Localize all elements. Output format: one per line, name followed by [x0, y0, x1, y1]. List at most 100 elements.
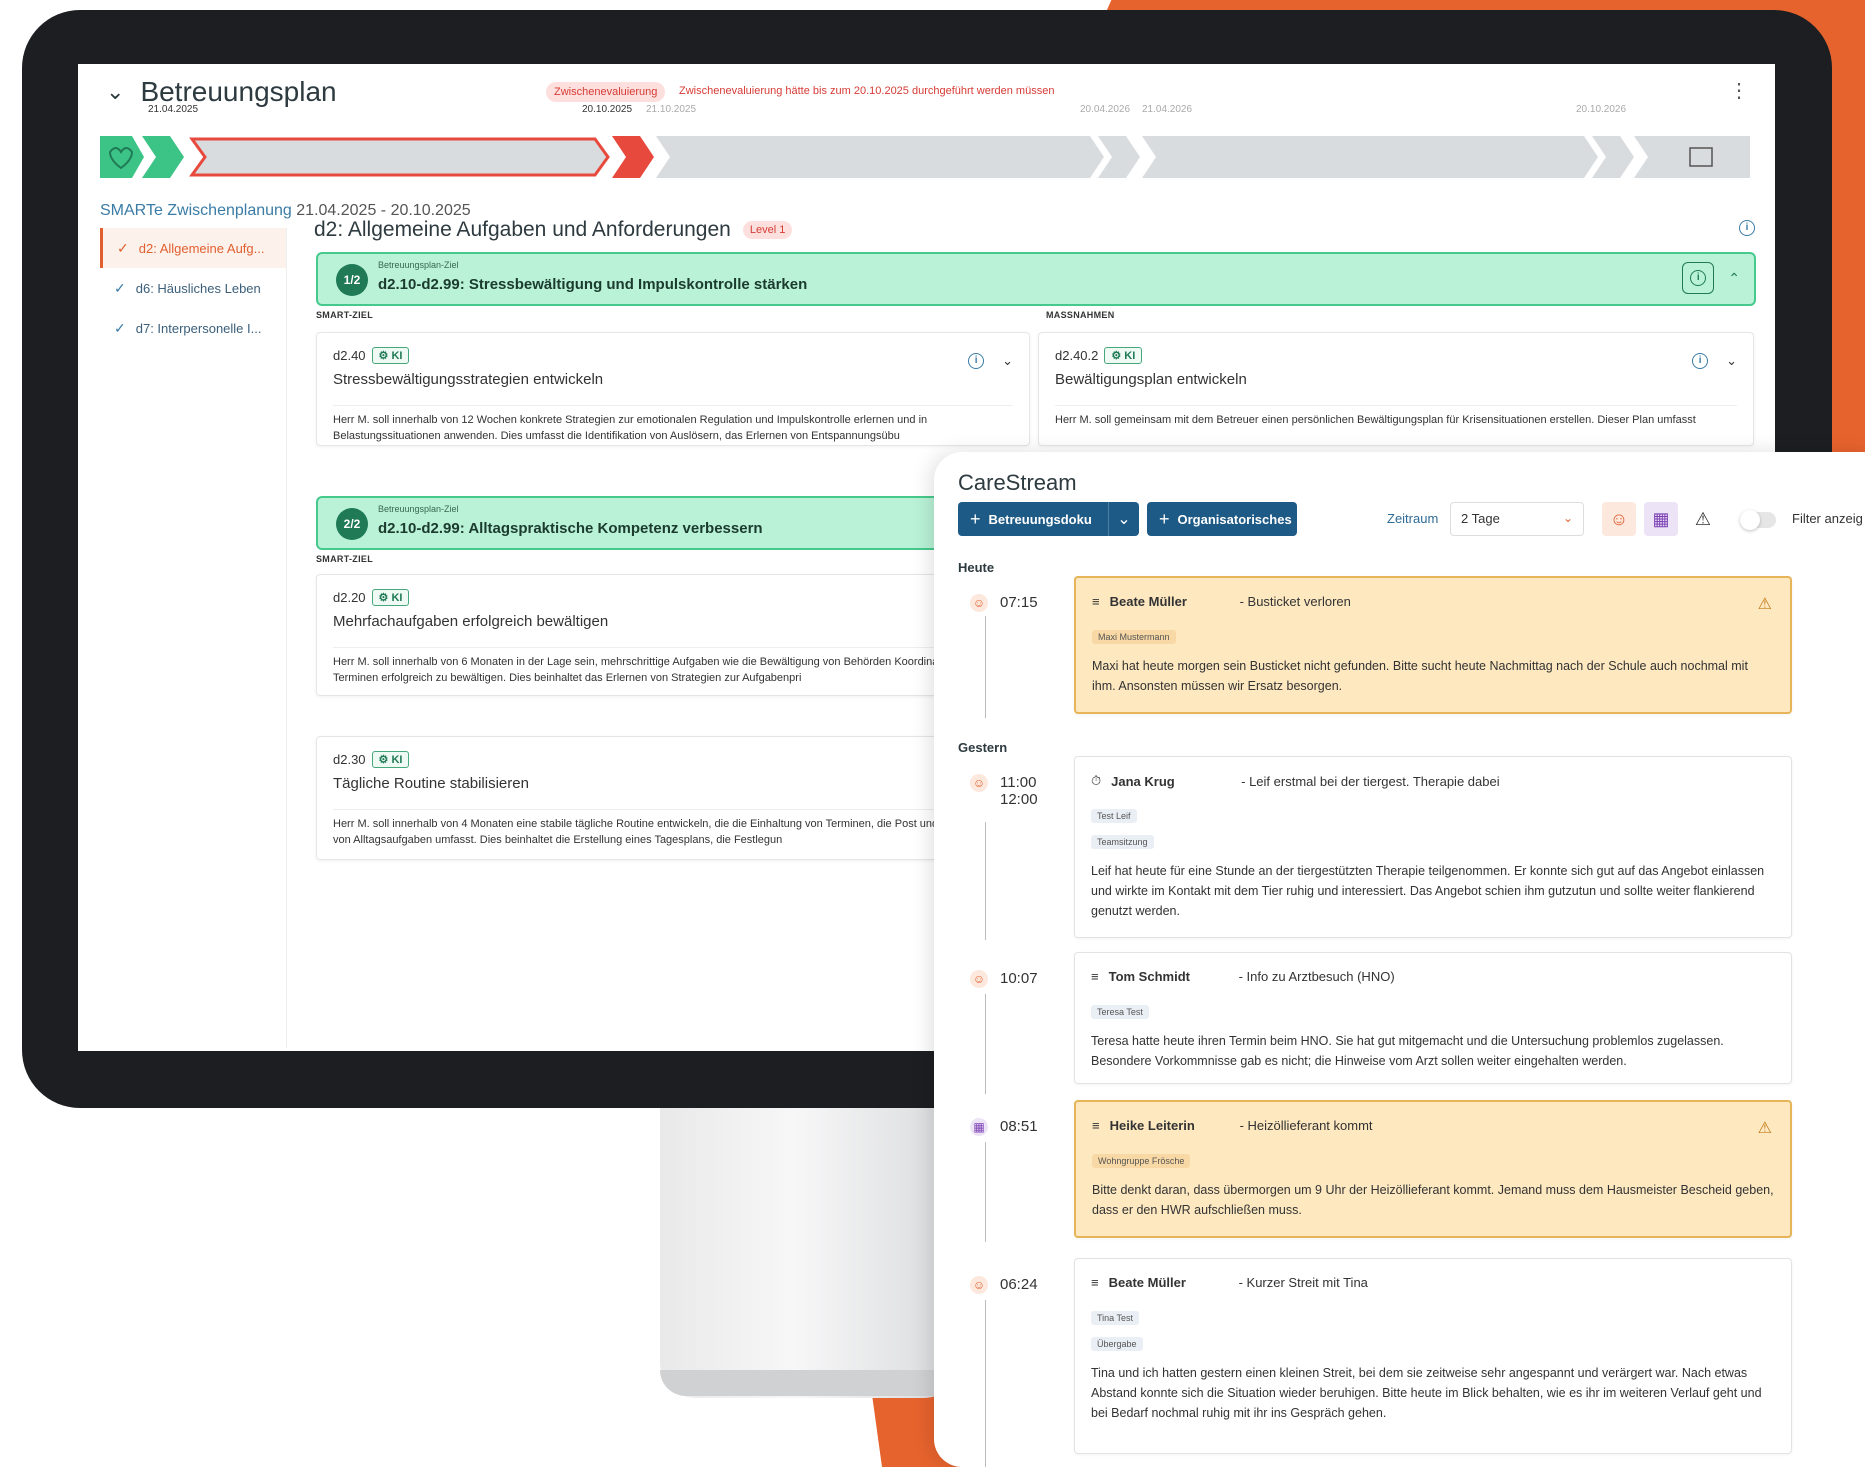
- card-title: Bewältigungsplan entwickeln: [1055, 371, 1247, 388]
- warning-icon: ⚠: [1757, 596, 1772, 613]
- time-text: 10:07: [1000, 970, 1038, 987]
- entry-header: ⏱ Jana Krug - Leif erstmal bei der tierg…: [1091, 773, 1500, 789]
- card-description: Herr M. soll innerhalb von 6 Monaten in …: [333, 647, 1013, 686]
- timeline-date: 20.10.2026: [1576, 104, 1627, 115]
- plus-icon: +: [1159, 508, 1170, 529]
- card-controls: i ⌄: [968, 353, 1013, 369]
- goal-label: d2.10-d2.99: Alltagspraktische Kompetenz…: [378, 520, 763, 537]
- timeline-line: [985, 1300, 986, 1467]
- section-title: d2: Allgemeine Aufgaben und Anforderunge…: [314, 218, 793, 242]
- entry-tag: Übergabe: [1091, 1337, 1143, 1351]
- warning-filter-icon[interactable]: ⚠: [1686, 502, 1720, 536]
- more-options-icon[interactable]: ⋮: [1729, 78, 1749, 103]
- card-title: Mehrfachaufgaben erfolgreich bewältigen: [333, 613, 609, 630]
- card-code: d2.20 ⚙ KI: [333, 589, 410, 606]
- entry-body: Leif hat heute für eine Stunde an der ti…: [1091, 864, 1765, 918]
- time-text: 07:15: [1000, 594, 1038, 611]
- entry-tag: Maxi Mustermann: [1092, 630, 1176, 644]
- timeline-date: 21.04.2026: [1142, 104, 1193, 115]
- building-filter-icon[interactable]: ▦: [1644, 502, 1678, 536]
- entry-author: Heike Leiterin: [1109, 1118, 1195, 1133]
- day-label-today: Heute: [958, 560, 995, 575]
- betreuungsdoku-label: Betreuungsdoku: [988, 511, 1092, 527]
- group-icon: ☺: [970, 1276, 988, 1294]
- sidebar-item-d2[interactable]: ✓ d2: Allgemeine Aufg...: [100, 228, 286, 268]
- entry-body: Tina und ich hatten gestern einen kleine…: [1091, 1366, 1762, 1420]
- carestream-title: CareStream: [958, 470, 1077, 495]
- smarte-label: SMARTe Zwischenplanung: [100, 202, 292, 219]
- goal-kicker: Betreuungsplan-Ziel: [378, 504, 459, 514]
- goal-label: d2.10-d2.99: Stressbewältigung und Impul…: [378, 276, 808, 293]
- chevron-down-icon[interactable]: ⌄: [106, 79, 124, 105]
- entry-body: Teresa hatte heute ihren Termin beim HNO…: [1091, 1034, 1724, 1068]
- betreuungsdoku-dropdown-button[interactable]: ⌄: [1108, 502, 1139, 536]
- time-end: 12:00: [1000, 791, 1038, 808]
- entry-author: Beate Müller: [1109, 594, 1187, 609]
- group-filter-icon[interactable]: ☺: [1602, 502, 1636, 536]
- betreuungsdoku-button[interactable]: + Betreuungsdoku: [958, 502, 1108, 536]
- filter-toggle[interactable]: [1740, 510, 1776, 530]
- info-icon[interactable]: i: [1692, 353, 1709, 369]
- goal-info-button[interactable]: i: [1682, 262, 1715, 294]
- entry-subject: - Leif erstmal bei der tiergest. Therapi…: [1241, 773, 1500, 789]
- entry-time: ☺ 06:24: [970, 1276, 1038, 1294]
- timer-icon: ⏱: [1091, 773, 1102, 788]
- ki-badge: ⚙ KI: [371, 347, 410, 364]
- betreuungsplan-header: ⌄ Betreuungsplan: [106, 76, 337, 108]
- check-icon: ✓: [114, 319, 126, 336]
- section-title-text: d2: Allgemeine Aufgaben und Anforderunge…: [314, 218, 731, 241]
- chevron-down-icon[interactable]: ⌄: [1726, 353, 1737, 369]
- info-icon[interactable]: i: [1739, 220, 1755, 236]
- building-icon: ▦: [970, 1118, 988, 1136]
- check-icon: ✓: [117, 239, 129, 256]
- ki-label: KI: [391, 592, 403, 604]
- level-badge: Level 1: [742, 221, 793, 239]
- entry-card[interactable]: ≡ Beate Müller - Busticket verloren ⚠ Ma…: [1074, 576, 1792, 714]
- sidebar-item-d6[interactable]: ✓ d6: Häusliches Leben: [100, 268, 286, 308]
- card-code-text: d2.40: [333, 348, 366, 363]
- card-title: Tägliche Routine stabilisieren: [333, 775, 529, 792]
- sidebar-item-d7[interactable]: ✓ d7: Interpersonelle I...: [100, 308, 286, 348]
- entry-header: ≡ Beate Müller - Kurzer Streit mit Tina: [1091, 1275, 1368, 1290]
- info-icon[interactable]: i: [968, 353, 985, 369]
- warning-icon: ⚠: [1757, 1120, 1772, 1137]
- organisatorisches-button[interactable]: + Organisatorisches: [1147, 502, 1297, 536]
- info-icon: i: [1690, 270, 1707, 286]
- entry-card[interactable]: ≡ Beate Müller - Kurzer Streit mit Tina …: [1074, 1258, 1792, 1454]
- entry-card[interactable]: ≡ Tom Schmidt - Info zu Arztbesuch (HNO)…: [1074, 952, 1792, 1084]
- monitor-stand: [660, 1108, 960, 1398]
- entry-tag: Wohngruppe Frösche: [1092, 1154, 1191, 1168]
- entry-card[interactable]: ≡ Heike Leiterin - Heizöllieferant kommt…: [1074, 1100, 1792, 1238]
- sidebar: ✓ d2: Allgemeine Aufg... ✓ d6: Häusliche…: [100, 228, 287, 1048]
- smart-ziel-card[interactable]: d2.40 ⚙ KI Stressbewältigungsstrategien …: [316, 332, 1030, 446]
- ki-badge: ⚙ KI: [371, 589, 410, 606]
- check-icon: ✓: [114, 279, 126, 296]
- smart-ziel-label: SMART-ZIEL: [316, 554, 373, 564]
- card-code: d2.30 ⚙ KI: [333, 751, 410, 768]
- zeitraum-select[interactable]: 2 Tage ⌄: [1450, 502, 1584, 536]
- massnahme-card[interactable]: d2.40.2 ⚙ KI Bewältigungsplan entwickeln…: [1038, 332, 1754, 446]
- chevron-down-icon[interactable]: ⌄: [1002, 353, 1013, 369]
- timeline-date: 20.10.2025: [582, 104, 633, 115]
- entry-tag: Teresa Test: [1091, 1005, 1149, 1019]
- note-icon: ≡: [1092, 594, 1100, 609]
- entry-card[interactable]: ⏱ Jana Krug - Leif erstmal bei der tierg…: [1074, 756, 1792, 938]
- sidebar-item-label: d6: Häusliches Leben: [135, 280, 261, 296]
- time-range: 11:00 12:00: [1000, 774, 1038, 808]
- timeline-bar[interactable]: [100, 136, 1750, 178]
- smart-ziel-card[interactable]: d2.20 ⚙ KI Mehrfachaufgaben erfolgreich …: [316, 574, 1030, 696]
- note-icon: ≡: [1092, 1118, 1100, 1133]
- timeline-line: [985, 616, 986, 718]
- monitor-stand-foot: [660, 1370, 960, 1396]
- chevron-up-icon[interactable]: ⌃: [1728, 270, 1740, 287]
- smart-ziel-card[interactable]: d2.30 ⚙ KI Tägliche Routine stabilisiere…: [316, 736, 1030, 860]
- massnahmen-label: MASSNAHMEN: [1046, 310, 1115, 320]
- goal-bar-1[interactable]: 1/2 Betreuungsplan-Ziel d2.10-d2.99: Str…: [316, 252, 1756, 306]
- timeline-line: [985, 994, 986, 1094]
- smart-ziel-label: SMART-ZIEL: [316, 310, 373, 320]
- goal-number: 1/2: [336, 264, 368, 296]
- entry-subject: - Info zu Arztbesuch (HNO): [1238, 969, 1395, 984]
- entry-body: Maxi hat heute morgen sein Busticket nic…: [1092, 659, 1748, 693]
- note-icon: ≡: [1091, 969, 1099, 984]
- card-code-text: d2.30: [333, 752, 366, 767]
